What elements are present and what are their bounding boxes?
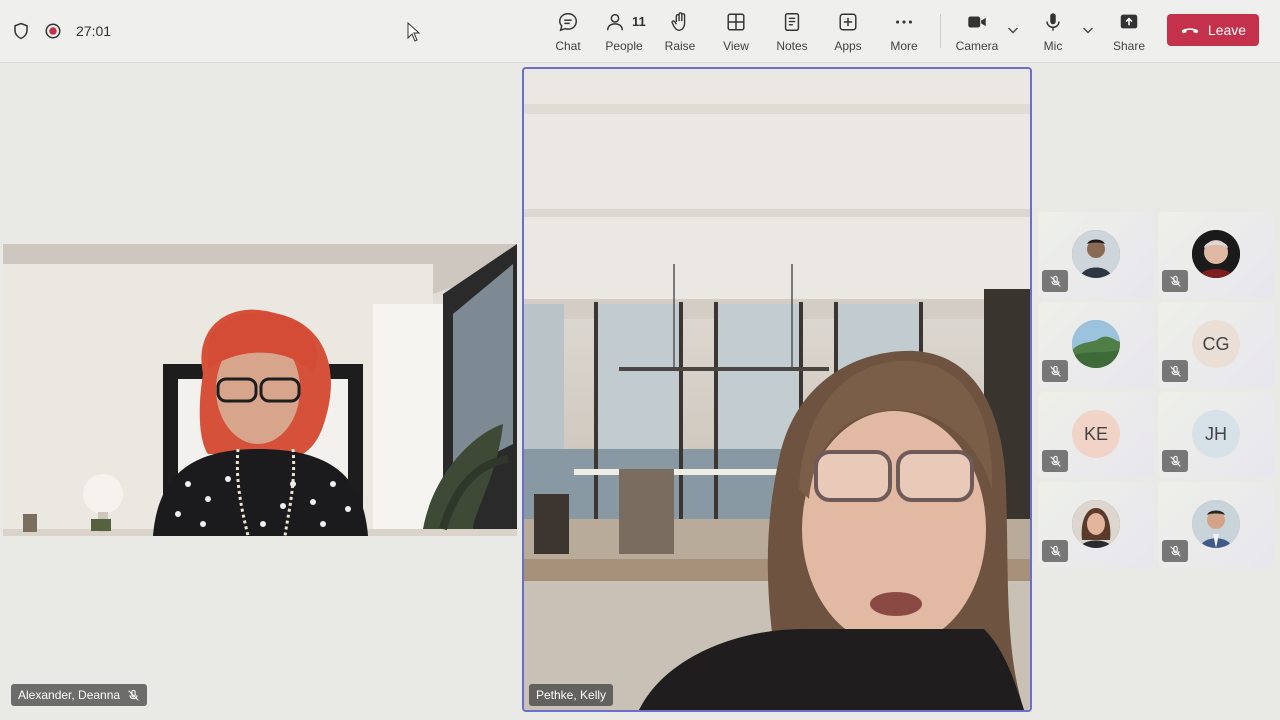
mic-muted-icon (1049, 545, 1061, 557)
notes-button[interactable]: Notes (764, 8, 820, 56)
camera-options-chevron-down-icon[interactable] (1005, 22, 1021, 38)
person-photo-icon (1072, 230, 1120, 278)
mic-label: Mic (1043, 39, 1063, 53)
mic-button[interactable]: Mic (1025, 8, 1081, 56)
mouse-pointer-icon (407, 22, 421, 42)
meeting-info: 27:01 (12, 18, 111, 44)
mic-muted-icon (1049, 455, 1061, 467)
meeting-toolbar: 27:01 Chat 11 People Raise View Notes Ap… (0, 0, 1280, 63)
muted-indicator (1042, 540, 1068, 562)
muted-indicator (1162, 360, 1188, 382)
avatar-initials: KE (1072, 410, 1120, 458)
camera-button[interactable]: Camera (949, 8, 1005, 56)
leave-button[interactable]: Leave (1167, 14, 1259, 46)
raise-label: Raise (664, 39, 696, 53)
mic-options-chevron-down-icon[interactable] (1080, 22, 1096, 38)
muted-indicator (1042, 360, 1068, 382)
participant-tile[interactable]: CG (1158, 302, 1274, 388)
avatar (1072, 230, 1120, 278)
more-dots-icon (896, 20, 912, 24)
microphone-icon (1046, 13, 1060, 31)
apps-button[interactable]: Apps (820, 8, 876, 56)
camera-icon (968, 16, 986, 28)
avatar (1072, 320, 1120, 368)
person-photo-icon (1192, 230, 1240, 278)
participant-tile[interactable] (1038, 482, 1154, 568)
mic-muted-icon (1169, 545, 1181, 557)
shield-icon (14, 22, 28, 40)
mic-muted-icon (1169, 455, 1181, 467)
view-button[interactable]: View (708, 8, 764, 56)
chat-button[interactable]: Chat (540, 8, 596, 56)
avatar-initials: JH (1192, 410, 1240, 458)
more-button[interactable]: More (876, 8, 932, 56)
people-button[interactable]: 11 People (596, 8, 652, 56)
apps-plus-icon (839, 13, 857, 31)
avatar (1192, 500, 1240, 548)
people-count: 11 (632, 14, 646, 29)
mic-muted-icon (1049, 275, 1061, 287)
notes-icon (784, 13, 800, 31)
share-screen-icon (1120, 14, 1138, 29)
apps-label: Apps (834, 39, 862, 53)
participant-tile[interactable] (1158, 212, 1274, 298)
camera-label: Camera (955, 39, 999, 53)
chat-label: Chat (555, 39, 581, 53)
avatar (1192, 230, 1240, 278)
participant-name-tag-center: Pethke, Kelly (529, 684, 614, 706)
people-icon (606, 13, 624, 31)
meeting-timer: 27:01 (76, 23, 112, 39)
participant-video-left[interactable] (3, 244, 517, 536)
muted-indicator (1042, 270, 1068, 292)
participant-tile[interactable] (1038, 212, 1154, 298)
person-photo-icon (1072, 500, 1120, 548)
recording-icon (45, 23, 61, 39)
participant-tile[interactable]: JH (1158, 392, 1274, 478)
phone-hangup-icon (1181, 28, 1199, 34)
raise-hand-icon (671, 12, 686, 31)
share-button[interactable]: Share (1101, 8, 1157, 56)
leave-label: Leave (1207, 22, 1247, 38)
more-label: More (890, 39, 918, 53)
video-frame-left (3, 244, 517, 536)
person-photo-icon (1192, 500, 1240, 548)
muted-indicator (1162, 270, 1188, 292)
mic-muted-icon (1049, 365, 1061, 377)
participant-name-tag-left: Alexander, Deanna (11, 684, 148, 706)
participant-name-center: Pethke, Kelly (536, 688, 607, 702)
mic-muted-icon (128, 689, 139, 701)
notes-label: Notes (776, 39, 808, 53)
avatar (1072, 500, 1120, 548)
toolbar-divider (940, 14, 941, 48)
raise-hand-button[interactable]: Raise (652, 8, 708, 56)
avatar-initials: CG (1192, 320, 1240, 368)
mic-muted-icon (1169, 275, 1181, 287)
video-frame-center (524, 69, 1030, 710)
chat-icon (559, 13, 577, 32)
participant-tile[interactable] (1038, 302, 1154, 388)
muted-indicator (1162, 540, 1188, 562)
muted-indicator (1042, 450, 1068, 472)
people-label: People (605, 39, 643, 53)
view-label: View (723, 39, 749, 53)
mic-muted-icon (1169, 365, 1181, 377)
landscape-photo-icon (1072, 320, 1120, 368)
share-label: Share (1112, 39, 1146, 53)
participant-tile[interactable]: KE (1038, 392, 1154, 478)
participant-video-active-speaker[interactable] (522, 67, 1032, 712)
muted-indicator (1162, 450, 1188, 472)
participant-tile[interactable] (1158, 482, 1274, 568)
view-grid-icon (727, 13, 745, 31)
participant-name-left: Alexander, Deanna (18, 688, 121, 702)
